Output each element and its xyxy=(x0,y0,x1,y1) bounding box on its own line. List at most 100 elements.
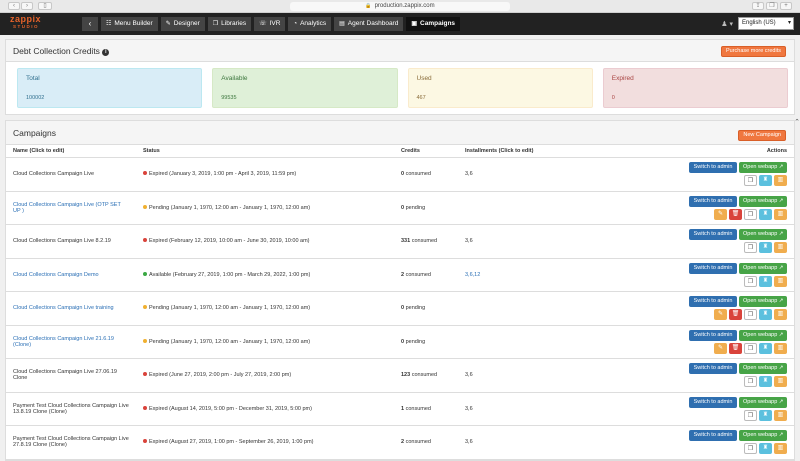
users-icon[interactable]: ♜ xyxy=(759,409,772,421)
nav-item-agent-dashboard[interactable]: ▤ Agent Dashboard xyxy=(334,17,404,31)
campaign-installments-cell[interactable] xyxy=(458,325,601,359)
table-row[interactable]: Cloud Collections Campaign Live 8.2.19 Ex… xyxy=(6,224,794,259)
open-webapp-button[interactable]: Open webapp ↗ xyxy=(739,296,787,308)
share-icon[interactable]: ⇪ xyxy=(752,2,764,10)
address-bar[interactable]: 🔒 production.zappix.com xyxy=(290,2,510,11)
switch-to-admin-button[interactable]: Switch to admin xyxy=(689,329,737,341)
campaign-name-cell[interactable]: Cloud Collections Campaign Live 27.06.19… xyxy=(6,358,136,393)
tabs-icon[interactable]: ❐ xyxy=(766,2,778,10)
stats-icon[interactable]: ▥ xyxy=(774,409,787,421)
campaign-name-cell[interactable]: Cloud Collections Campaign Live xyxy=(6,157,136,192)
campaign-name[interactable]: Cloud Collections Campaign Live (OTP SET… xyxy=(13,202,121,214)
copy-icon[interactable]: ❐ xyxy=(744,443,757,455)
campaign-installments-cell[interactable]: 3,6 xyxy=(458,358,601,393)
switch-to-admin-button[interactable]: Switch to admin xyxy=(689,363,737,375)
nav-item-analytics[interactable]: ◔ Analytics xyxy=(288,17,332,31)
switch-to-admin-button[interactable]: Switch to admin xyxy=(689,162,737,174)
nav-item-libraries[interactable]: ❐ Libraries xyxy=(207,17,252,31)
campaign-installments-cell[interactable]: 3,6 xyxy=(458,425,601,460)
copy-icon[interactable]: ❐ xyxy=(744,175,757,187)
open-webapp-button[interactable]: Open webapp ↗ xyxy=(739,430,787,442)
switch-to-admin-button[interactable]: Switch to admin xyxy=(689,296,737,308)
campaign-installments-cell[interactable]: 3,6 xyxy=(458,224,601,259)
nav-back-button[interactable]: ‹ xyxy=(82,17,98,31)
stats-icon[interactable]: ▥ xyxy=(774,275,787,287)
purchase-credits-button[interactable]: Purchase more credits xyxy=(720,46,786,57)
table-row[interactable]: Cloud Collections Campaign Demo Available… xyxy=(6,258,794,292)
table-row[interactable]: Cloud Collections Campaign Live (OTP SET… xyxy=(6,191,794,225)
users-icon[interactable]: ♜ xyxy=(759,242,772,254)
open-webapp-button[interactable]: Open webapp ↗ xyxy=(739,396,787,408)
back-arrow-icon[interactable]: ‹ xyxy=(8,2,20,10)
switch-to-admin-button[interactable]: Switch to admin xyxy=(689,430,737,442)
copy-icon[interactable]: ❐ xyxy=(744,342,757,354)
stats-icon[interactable]: ▥ xyxy=(774,208,787,220)
forward-arrow-icon[interactable]: › xyxy=(21,2,33,10)
copy-icon[interactable]: ❐ xyxy=(744,208,757,220)
campaign-installments-cell[interactable]: 3,6 xyxy=(458,157,601,192)
info-icon[interactable]: i xyxy=(102,49,110,56)
switch-to-admin-button[interactable]: Switch to admin xyxy=(689,396,737,408)
campaign-name-cell[interactable]: Cloud Collections Campaign Live (OTP SET… xyxy=(6,191,136,225)
stats-icon[interactable]: ▥ xyxy=(774,443,787,455)
edit-icon[interactable]: ✎ xyxy=(714,208,727,220)
delete-icon[interactable]: 🗑 xyxy=(729,342,742,354)
open-webapp-button[interactable]: Open webapp ↗ xyxy=(739,329,787,341)
users-icon[interactable]: ♜ xyxy=(759,175,772,187)
edit-icon[interactable]: ✎ xyxy=(714,342,727,354)
campaign-name-cell[interactable]: Cloud Collections Campaign Demo xyxy=(6,258,136,292)
switch-to-admin-button[interactable]: Switch to admin xyxy=(689,195,737,207)
nav-item-designer[interactable]: ✎ Designer xyxy=(160,17,205,31)
nav-item-ivr[interactable]: ☏ IVR xyxy=(254,17,286,31)
open-webapp-button[interactable]: Open webapp ↗ xyxy=(739,162,787,174)
copy-icon[interactable]: ❐ xyxy=(744,242,757,254)
stats-icon[interactable]: ▥ xyxy=(774,309,787,321)
collapse-icon[interactable]: ⌃ xyxy=(794,118,800,126)
campaign-installments-cell[interactable]: 3,6 xyxy=(458,392,601,426)
stats-icon[interactable]: ▥ xyxy=(774,342,787,354)
table-row[interactable]: Cloud Collections Campaign Live training… xyxy=(6,291,794,326)
edit-icon[interactable]: ✎ xyxy=(714,309,727,321)
users-icon[interactable]: ♜ xyxy=(759,443,772,455)
copy-icon[interactable]: ❐ xyxy=(744,275,757,287)
users-icon[interactable]: ♜ xyxy=(759,208,772,220)
table-row[interactable]: Cloud Collections Campaign Live Expired (… xyxy=(6,157,794,192)
user-icon[interactable]: ♟ ▾ xyxy=(721,20,733,28)
users-icon[interactable]: ♜ xyxy=(759,309,772,321)
users-icon[interactable]: ♜ xyxy=(759,376,772,388)
new-tab-icon[interactable]: + xyxy=(780,2,792,10)
table-row[interactable]: Cloud Collections Campaign Live 27.06.19… xyxy=(6,358,794,393)
table-row[interactable]: Payment Test Cloud Collections Campaign … xyxy=(6,392,794,426)
users-icon[interactable]: ♜ xyxy=(759,275,772,287)
switch-to-admin-button[interactable]: Switch to admin xyxy=(689,262,737,274)
campaign-name-cell[interactable]: Payment Test Cloud Collections Campaign … xyxy=(6,392,136,426)
nav-item-menu-builder[interactable]: ☷ Menu Builder xyxy=(101,17,158,31)
stats-icon[interactable]: ▥ xyxy=(774,175,787,187)
campaign-name-cell[interactable]: Cloud Collections Campaign Live 21.6.19 … xyxy=(6,325,136,359)
copy-icon[interactable]: ❐ xyxy=(744,309,757,321)
open-webapp-button[interactable]: Open webapp ↗ xyxy=(739,195,787,207)
open-webapp-button[interactable]: Open webapp ↗ xyxy=(739,262,787,274)
campaign-name[interactable]: Cloud Collections Campaign Live training xyxy=(13,305,114,311)
installments-value[interactable]: 3,6,12 xyxy=(465,272,480,278)
table-row[interactable]: Payment Test Cloud Collections Campaign … xyxy=(6,425,794,460)
campaign-name-cell[interactable]: Payment Test Cloud Collections Campaign … xyxy=(6,425,136,460)
campaign-installments-cell[interactable] xyxy=(458,291,601,326)
open-webapp-button[interactable]: Open webapp ↗ xyxy=(739,229,787,241)
stats-icon[interactable]: ▥ xyxy=(774,242,787,254)
language-select[interactable]: English (US) ▾ xyxy=(738,17,794,30)
zappix-logo[interactable]: zappix STUDIO xyxy=(10,14,56,34)
copy-icon[interactable]: ❐ xyxy=(744,376,757,388)
table-row[interactable]: Cloud Collections Campaign Live 21.6.19 … xyxy=(6,325,794,359)
switch-to-admin-button[interactable]: Switch to admin xyxy=(689,229,737,241)
nav-item-campaigns[interactable]: ▣ Campaigns xyxy=(406,17,461,31)
campaign-name[interactable]: Cloud Collections Campaign Demo xyxy=(13,272,99,278)
campaign-name[interactable]: Cloud Collections Campaign Live 21.6.19 … xyxy=(13,336,114,348)
new-campaign-button[interactable]: New Campaign xyxy=(738,130,786,141)
copy-icon[interactable]: ❐ xyxy=(744,409,757,421)
campaign-installments-cell[interactable]: 3,6,12 xyxy=(458,258,601,292)
delete-icon[interactable]: 🗑 xyxy=(729,309,742,321)
campaign-installments-cell[interactable] xyxy=(458,191,601,225)
open-webapp-button[interactable]: Open webapp ↗ xyxy=(739,363,787,375)
users-icon[interactable]: ♜ xyxy=(759,342,772,354)
